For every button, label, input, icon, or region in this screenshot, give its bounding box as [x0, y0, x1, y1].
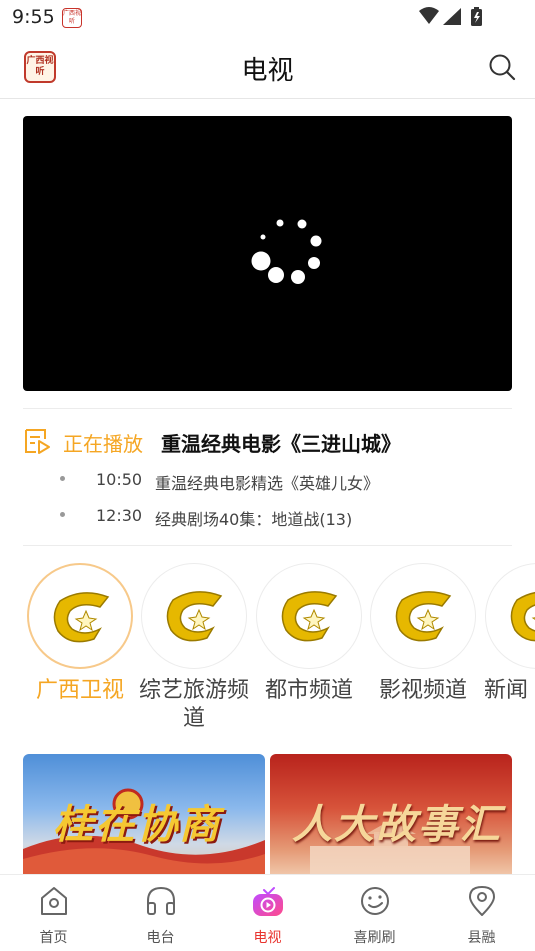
channel-logo [141, 563, 247, 669]
guangxi-tv-logo-icon [281, 591, 338, 642]
schedule-item[interactable]: 12:30 经典剧场40集：地道战(13) [60, 506, 520, 532]
channel-city[interactable]: 都市频道 [253, 563, 365, 743]
guangxi-tv-logo-icon [510, 591, 535, 642]
channel-logo [256, 563, 362, 669]
now-playing-label: 正在播放 [63, 432, 143, 456]
tab-label: 县融 [467, 930, 496, 946]
channel-name: 广西卫视 [35, 678, 124, 703]
channel-logo [370, 563, 476, 669]
banner-title: 桂在协商 [53, 801, 221, 848]
program-list-icon [25, 429, 50, 454]
divider [23, 408, 512, 409]
tab-county-media[interactable]: 县融 [428, 875, 535, 951]
battery-icon [471, 7, 482, 26]
search-button[interactable] [487, 52, 517, 82]
wifi-icon [419, 7, 439, 24]
schedule-item[interactable]: 10:50 重温经典电影精选《英雄儿女》 [60, 470, 520, 496]
channel-name: 影视频道 [378, 678, 467, 703]
tab-label: 电台 [146, 930, 175, 946]
channel-name: 新闻 [484, 678, 529, 703]
home-icon [41, 887, 67, 915]
guangxi-tv-logo-icon [395, 591, 452, 642]
signal-icon [443, 8, 461, 25]
channel-news[interactable]: 新闻 [482, 563, 535, 743]
channel-logo [485, 563, 535, 669]
channel-list[interactable]: 广西卫视 综艺旅游频道 都市频道 影视频道 新闻 [0, 563, 535, 743]
divider [23, 545, 512, 546]
banner-title: 人大故事汇 [292, 801, 502, 848]
bullet [60, 512, 65, 517]
schedule-name: 经典剧场40集：地道战(13) [155, 510, 353, 529]
channel-name: 都市频道 [264, 678, 353, 703]
status-bar: 9:55 广西视听 [0, 0, 535, 36]
bottom-tab-bar: 首页 电台 电视 喜刷刷 县融 [0, 874, 535, 951]
tv-play-icon [253, 887, 283, 916]
schedule-time: 10:50 [96, 470, 143, 489]
status-time: 9:55 [12, 6, 55, 28]
status-indicators [415, 6, 495, 28]
now-playing-title: 重温经典电影《三进山城》 [161, 432, 401, 456]
smile-icon [361, 887, 389, 915]
guangxi-tv-logo-icon [166, 591, 223, 642]
search-icon [489, 54, 516, 81]
tab-label: 首页 [39, 930, 68, 946]
video-player[interactable] [23, 116, 512, 391]
channel-name: 综艺旅游频道 [138, 678, 249, 731]
tab-label: 电视 [253, 930, 282, 946]
tab-tv[interactable]: 电视 [214, 875, 321, 951]
banner-card[interactable]: 桂在协商 [23, 754, 265, 874]
tab-xishuashua[interactable]: 喜刷刷 [321, 875, 428, 951]
guangxi-tv-logo-icon [53, 592, 110, 643]
bullet [60, 476, 65, 481]
schedule-name: 重温经典电影精选《英雄儿女》 [155, 474, 380, 493]
tab-radio[interactable]: 电台 [107, 875, 214, 951]
app-header: 广西视听 电视 [0, 36, 535, 99]
schedule-time: 12:30 [96, 506, 143, 525]
tab-home[interactable]: 首页 [0, 875, 107, 951]
headphones-icon [147, 886, 175, 915]
notification-app-icon: 广西视听 [62, 8, 82, 28]
loading-spinner-icon [251, 219, 322, 284]
page-title: 电视 [241, 56, 294, 86]
channel-film[interactable]: 影视频道 [367, 563, 479, 743]
channel-logo [27, 563, 133, 669]
tab-label: 喜刷刷 [353, 930, 396, 946]
channel-variety-travel[interactable]: 综艺旅游频道 [138, 563, 250, 743]
now-playing[interactable]: 正在播放 重温经典电影《三进山城》 [23, 424, 512, 458]
channel-guangxi-tv[interactable]: 广西卫视 [24, 563, 136, 743]
banner-card[interactable]: 人大故事汇 [270, 754, 512, 874]
location-pin-icon [469, 886, 495, 916]
